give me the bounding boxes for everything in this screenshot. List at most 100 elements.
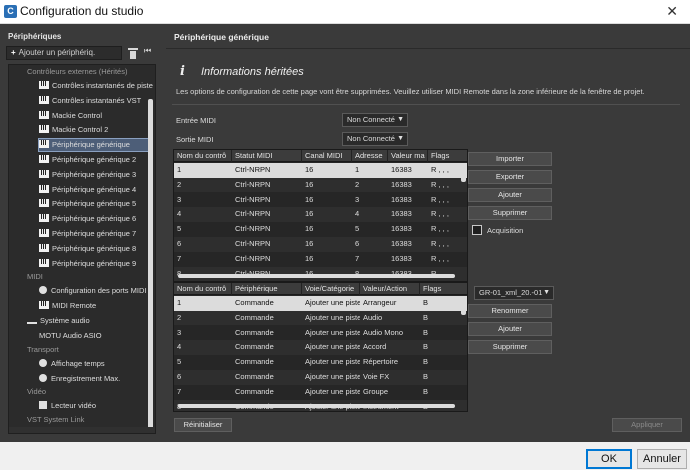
tree-item[interactable]: Périphérique générique: [38, 138, 150, 153]
acquisition-label: Acquisition: [487, 226, 524, 235]
table-scrollbar[interactable]: [461, 166, 466, 182]
table-hscroll[interactable]: [178, 404, 455, 408]
import-button[interactable]: Importer: [468, 152, 552, 166]
column-header[interactable]: Nom du contrô: [174, 283, 232, 295]
table-row[interactable]: 5 Commande Ajouter une piste Répertoire B: [174, 355, 467, 370]
ok-button[interactable]: OK: [586, 449, 632, 469]
info-title: Informations héritées: [201, 66, 304, 78]
rename-button[interactable]: Renommer: [468, 304, 552, 318]
column-header[interactable]: Voie/Catégorie: [302, 283, 360, 295]
midi-in-select[interactable]: Non Connecté ▼: [342, 113, 408, 127]
trash-icon[interactable]: [128, 47, 138, 59]
table-row[interactable]: 3 Ctrl-NRPN 16 3 16383 R , , ,: [174, 193, 467, 208]
table-cell: Ctrl-NRPN: [235, 253, 271, 263]
bank-select[interactable]: GR-01_xml_20.-01 ▼: [474, 286, 554, 300]
table-cell: 6: [177, 372, 182, 381]
tree-item[interactable]: Périphérique générique 9: [39, 258, 149, 270]
column-header[interactable]: Périphérique: [232, 283, 302, 295]
tree-hscroll[interactable]: [9, 427, 155, 433]
table-row[interactable]: 1 Ctrl-NRPN 16 1 16383 R , , ,: [174, 163, 467, 178]
cancel-button[interactable]: Annuler: [637, 449, 687, 469]
tree-item[interactable]: Affichage temps: [39, 358, 149, 370]
table-cell: 5: [177, 357, 182, 367]
delete-control-button[interactable]: Supprimer: [468, 206, 552, 220]
devices-title: Périphériques: [8, 32, 62, 41]
tree-item[interactable]: MOTU Audio ASIO: [39, 330, 149, 342]
table-row[interactable]: 6 Ctrl-NRPN 16 6 16383 R , , ,: [174, 237, 467, 252]
plus-icon: +: [11, 48, 16, 57]
midi-icon: [39, 214, 49, 223]
table-row[interactable]: 3 Commande Ajouter une piste Audio Mono B: [174, 326, 467, 341]
tree-item[interactable]: Configuration des ports MIDI: [39, 285, 149, 297]
acquisition-checkbox[interactable]: [472, 225, 482, 235]
table-row[interactable]: 2 Commande Ajouter une piste Audio B: [174, 310, 467, 326]
close-icon[interactable]: ✕: [666, 3, 678, 20]
column-header[interactable]: Flags: [420, 283, 467, 295]
table-cell: 7: [355, 253, 360, 263]
table-row[interactable]: 6 Commande Ajouter une piste Voie FX B: [174, 370, 467, 385]
reset-button[interactable]: Réinitialiser: [174, 418, 232, 432]
midi-out-select[interactable]: Non Connecté ▼: [342, 132, 408, 146]
table-row[interactable]: 7 Ctrl-NRPN 16 7 16383 R , , ,: [174, 252, 467, 267]
table-scrollbar[interactable]: [461, 299, 466, 315]
tree-item[interactable]: Périphérique générique 3: [39, 169, 149, 181]
table-cell: 5: [177, 224, 182, 234]
tree-item-label: Périphérique générique 2: [52, 155, 137, 164]
table-row[interactable]: 2 Ctrl-NRPN 16 2 16383 R , , ,: [174, 177, 467, 193]
tree-item[interactable]: Mackie Control 2: [39, 124, 149, 136]
tree-item[interactable]: Périphérique générique 2: [39, 154, 149, 166]
tree-item-label: Enregistrement Max.: [51, 373, 121, 383]
column-header[interactable]: Statut MIDI: [232, 150, 302, 162]
table-row[interactable]: 1 Commande Ajouter une piste Arrangeur B: [174, 296, 467, 311]
tree-item[interactable]: Périphérique générique 4: [39, 184, 149, 196]
column-header[interactable]: Nom du contrô: [174, 150, 232, 162]
column-header[interactable]: Valeur/Action: [360, 283, 420, 295]
note-icon: [39, 401, 47, 410]
tree-item[interactable]: Périphérique générique 5: [39, 198, 149, 210]
commands-table[interactable]: Nom du contrô Périphérique Voie/Catégorie V…: [173, 282, 468, 412]
collapse-icon[interactable]: ⏮: [144, 46, 151, 56]
tree-item[interactable]: MIDI Remote: [39, 300, 149, 312]
table-row[interactable]: 5 Ctrl-NRPN 16 5 16383 R , , ,: [174, 222, 467, 237]
table-row[interactable]: 4 Ctrl-NRPN 16 4 16383 R , , ,: [174, 207, 467, 222]
divider: [166, 48, 690, 49]
column-header[interactable]: Valeur ma: [388, 150, 428, 162]
table-row[interactable]: 4 Commande Ajouter une piste Accord B: [174, 340, 467, 355]
tree-item[interactable]: Système audio: [27, 315, 137, 327]
tree-item-label: Lecteur vidéo: [51, 401, 97, 411]
table-cell: R , , ,: [431, 209, 449, 219]
tree-item[interactable]: Périphérique générique 8: [39, 243, 149, 255]
table-cell: 16: [305, 224, 314, 234]
add-command-button[interactable]: Ajouter: [468, 322, 552, 336]
delete-command-button[interactable]: Supprimer: [468, 340, 552, 354]
table-row[interactable]: 7 Commande Ajouter une piste Groupe B: [174, 385, 467, 400]
table-hscroll[interactable]: [178, 274, 455, 278]
tree-item[interactable]: Lecteur vidéo: [39, 400, 149, 412]
column-header[interactable]: Flags: [428, 150, 467, 162]
tree-item-label: Périphérique générique 4: [52, 184, 137, 194]
tree-item[interactable]: Mackie Control: [39, 110, 149, 122]
add-control-button[interactable]: Ajouter: [468, 188, 552, 202]
table-cell: 1: [177, 298, 182, 307]
tree-item-label: Périphérique générique 5: [52, 199, 137, 209]
tree-item[interactable]: Enregistrement Max.: [39, 373, 149, 385]
device-settings-pane: Périphérique générique i Informations hé…: [166, 24, 690, 442]
table-cell: R , , ,: [431, 253, 449, 263]
column-header[interactable]: Adresse: [352, 150, 388, 162]
tree-item[interactable]: Contrôles instantanés VST: [39, 95, 149, 107]
tree-scrollbar[interactable]: [148, 99, 153, 429]
table-cell: 2: [355, 179, 360, 189]
table-cell: Commande: [235, 386, 274, 396]
tree-item[interactable]: Contrôles instantanés de piste: [39, 80, 153, 92]
export-button[interactable]: Exporter: [468, 170, 552, 184]
apply-button[interactable]: Appliquer: [612, 418, 682, 432]
table-cell: 3: [177, 194, 182, 204]
tree-item[interactable]: Périphérique générique 6: [39, 213, 149, 225]
column-header[interactable]: Canal MIDI: [302, 150, 352, 162]
chevron-down-icon: ▼: [397, 116, 404, 123]
add-device-dropdown[interactable]: + Ajouter un périphériq.: [6, 46, 122, 60]
page-title: Périphérique générique: [174, 32, 269, 42]
table-cell: 3: [177, 327, 182, 337]
controls-table[interactable]: Nom du contrô Statut MIDI Canal MIDI Adress…: [173, 149, 468, 282]
tree-item[interactable]: Périphérique générique 7: [39, 228, 149, 240]
